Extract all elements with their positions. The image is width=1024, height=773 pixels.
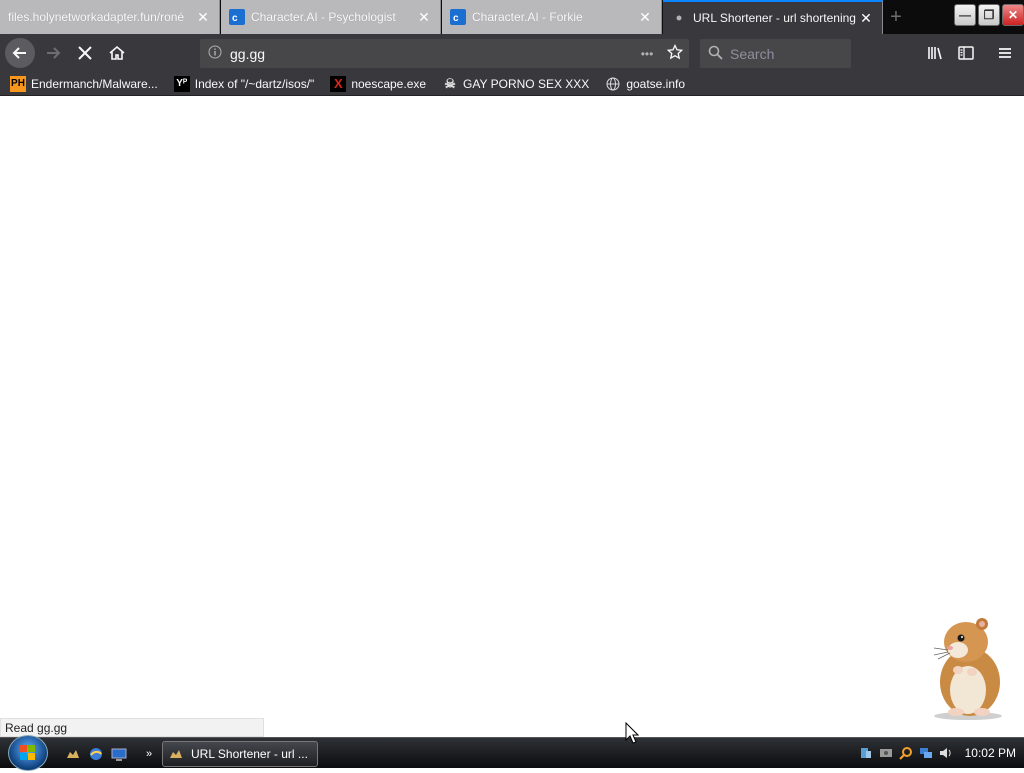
windows-taskbar: » URL Shortener - url ... 10:02 PM — [0, 735, 1024, 771]
tab-close-icon[interactable]: ✕ — [858, 10, 874, 26]
taskbar-window-label: URL Shortener - url ... — [191, 747, 308, 761]
menu-button[interactable] — [990, 38, 1020, 68]
globe-icon — [605, 76, 621, 92]
tab-title: files.holynetworkadapter.fun/roné — [8, 10, 185, 24]
tab-title: Character.AI - Psychologist — [251, 10, 396, 24]
bookmark-label: Index of "/~dartz/isos/" — [194, 76, 315, 91]
firefox-window-icon — [170, 750, 182, 758]
bookmark-label: Endermanch/Malware... — [31, 76, 158, 91]
tab-title: URL Shortener - url shortening — [693, 11, 856, 25]
tab-strip: files.holynetworkadapter.fun/roné ✕ c Ch… — [0, 0, 1024, 34]
quicklaunch-ie-icon[interactable] — [87, 745, 105, 763]
bookmark-gay-porno-sex[interactable]: ☠ GAY PORNO SEX XXX — [442, 76, 589, 92]
taskbar-clock[interactable]: 10:02 PM — [965, 746, 1016, 760]
character-ai-icon: c — [229, 9, 245, 25]
tray-network-icon[interactable] — [917, 744, 935, 762]
x-logo-icon: X — [330, 75, 347, 92]
arrow-right-icon — [47, 47, 61, 59]
bookmark-goatse[interactable]: goatse.info — [605, 76, 685, 92]
url-bar[interactable]: gg.gg ••• — [200, 39, 689, 68]
page-content — [0, 96, 1024, 737]
bookmark-endermanch-malware[interactable]: PH Endermanch/Malware... — [10, 75, 158, 92]
tab-close-icon[interactable]: ✕ — [416, 9, 432, 25]
ph-logo-icon: PH — [10, 75, 26, 92]
system-tray: 10:02 PM — [857, 744, 1016, 762]
bookmark-label: GAY PORNO SEX XXX — [463, 76, 590, 91]
search-icon — [700, 45, 730, 63]
forward-button[interactable] — [38, 38, 68, 68]
bookmark-label: goatse.info — [626, 76, 686, 91]
stop-x-icon — [78, 46, 92, 60]
tab-close-icon[interactable]: ✕ — [637, 9, 653, 25]
tab-close-icon[interactable]: ✕ — [195, 9, 211, 25]
home-icon — [109, 45, 125, 60]
tab-url-shortener[interactable]: URL Shortener - url shortening ✕ — [663, 0, 883, 34]
svg-text:c: c — [232, 13, 238, 24]
minimize-button[interactable]: — — [954, 4, 976, 26]
library-button[interactable] — [920, 38, 950, 68]
info-icon[interactable] — [200, 45, 230, 62]
library-icon — [928, 47, 942, 60]
hamburger-menu-icon — [999, 48, 1011, 58]
tray-network-share-icon[interactable] — [857, 744, 875, 762]
stop-button[interactable] — [70, 38, 100, 68]
page-actions-more-icon[interactable]: ••• — [633, 47, 661, 61]
search-bar[interactable] — [700, 39, 851, 68]
bookmark-label: noescape.exe — [351, 76, 427, 91]
home-button[interactable] — [102, 38, 132, 68]
quicklaunch-show-desktop-icon[interactable] — [110, 745, 128, 763]
character-ai-icon: c — [450, 9, 466, 25]
bookmark-index-dartz-isos[interactable]: Yᴾ Index of "/~dartz/isos/" — [173, 75, 315, 92]
taskbar-window-url-shortener[interactable]: URL Shortener - url ... — [162, 741, 318, 767]
tray-hardware-icon[interactable] — [877, 744, 895, 762]
status-text: Read gg.gg — [0, 718, 264, 737]
loading-dot-icon — [676, 15, 682, 21]
url-text[interactable]: gg.gg — [230, 46, 633, 62]
search-input[interactable] — [730, 45, 840, 62]
sidebar-toggle-button[interactable] — [951, 38, 981, 68]
tab-holynetworkadapter[interactable]: files.holynetworkadapter.fun/roné ✕ — [0, 0, 220, 34]
tray-volume-icon[interactable] — [937, 744, 955, 762]
bookmark-noescape[interactable]: X noescape.exe — [330, 75, 427, 92]
bookmark-star-icon[interactable] — [661, 43, 689, 63]
mouse-cursor-icon — [625, 722, 639, 744]
back-button[interactable] — [5, 38, 35, 68]
new-tab-button[interactable]: + — [884, 6, 908, 28]
bookmarks-toolbar: PH Endermanch/Malware... Yᴾ Index of "/~… — [0, 72, 1024, 96]
quicklaunch-more-icon[interactable]: » — [140, 745, 158, 763]
restore-button[interactable]: ❐ — [978, 4, 1000, 26]
arrow-left-icon — [12, 47, 26, 59]
yp-logo-icon: Yᴾ — [173, 75, 190, 92]
sidebar-icon — [958, 46, 974, 60]
navigation-toolbar: gg.gg ••• — [0, 34, 1024, 72]
tab-title: Character.AI - Forkie — [472, 10, 583, 24]
close-window-button[interactable]: ✕ — [1002, 4, 1024, 26]
tab-character-psychologist[interactable]: c Character.AI - Psychologist ✕ — [221, 0, 441, 34]
svg-text:c: c — [453, 13, 459, 24]
windows-logo-icon — [20, 745, 35, 760]
window-controls: — ❐ ✕ — [952, 4, 1024, 26]
skull-icon: ☠ — [444, 75, 456, 91]
hamster-desktop-pet-icon[interactable] — [920, 612, 1012, 722]
quicklaunch-firefox-icon[interactable] — [64, 745, 82, 763]
start-button[interactable] — [8, 735, 48, 771]
tab-character-forkie[interactable]: c Character.AI - Forkie ✕ — [442, 0, 662, 34]
tray-search-magnifier-icon[interactable] — [897, 744, 915, 762]
